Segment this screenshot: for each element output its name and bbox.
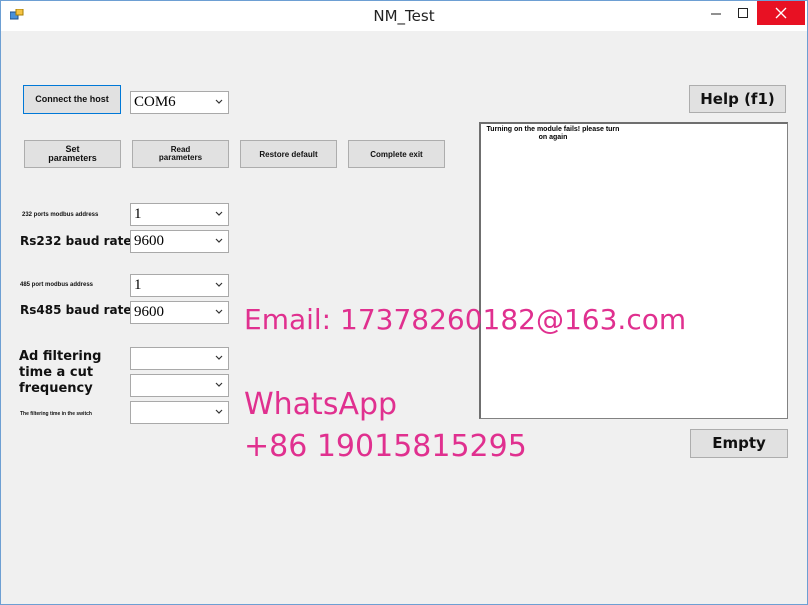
title-bar: NM_Test xyxy=(1,1,807,31)
set-parameters-button[interactable]: Set parameters xyxy=(24,140,121,168)
output-text: Turning on the module fails! please turn… xyxy=(486,126,620,141)
rs232-address-select[interactable]: 1 xyxy=(130,203,229,226)
restore-default-button[interactable]: Restore default xyxy=(240,140,337,168)
rs485-address-label: 485 port modbus address xyxy=(20,282,94,288)
empty-label: Empty xyxy=(712,434,766,452)
complete-exit-label: Complete exit xyxy=(370,149,423,159)
com-port-select[interactable]: COM6 xyxy=(130,91,229,114)
help-label: Help (f1) xyxy=(700,89,775,108)
rs232-address-value: 1 xyxy=(134,206,142,222)
filter-select-1[interactable] xyxy=(130,347,229,370)
window-title: NM_Test xyxy=(373,7,435,25)
rs232-baud-value: 9600 xyxy=(134,233,164,249)
filter-label-line-1: Ad filtering xyxy=(19,349,102,364)
filter-select-2[interactable] xyxy=(130,374,229,397)
rs485-address-select[interactable]: 1 xyxy=(130,274,229,297)
empty-button[interactable]: Empty xyxy=(690,429,788,458)
restore-default-label: Restore default xyxy=(259,149,318,159)
filter-label-line-3: frequency xyxy=(19,381,93,396)
rs485-baud-select[interactable]: 9600 xyxy=(130,301,229,324)
rs485-baud-label: Rs485 baud rate xyxy=(20,303,132,317)
chevron-down-icon xyxy=(215,355,223,360)
switch-filter-label: The filtering time in the switch xyxy=(20,411,92,417)
filter-label: Ad filtering time a cut frequency xyxy=(19,349,101,397)
read-parameters-label-2: parameters xyxy=(158,153,203,162)
set-parameters-label-2: parameters xyxy=(48,153,97,163)
rs232-address-label: 232 ports modbus address xyxy=(22,212,99,218)
chevron-down-icon xyxy=(215,309,223,314)
close-icon xyxy=(775,7,787,19)
close-button[interactable] xyxy=(757,1,805,25)
rs232-baud-select[interactable]: 9600 xyxy=(130,230,229,253)
watermark-phone: +86 19015815295 xyxy=(244,429,527,464)
read-parameters-button[interactable]: Read parameters xyxy=(132,140,229,168)
chevron-down-icon xyxy=(215,282,223,287)
watermark-whatsapp: WhatsApp xyxy=(244,387,398,422)
chevron-down-icon xyxy=(215,211,223,216)
switch-filter-select[interactable] xyxy=(130,401,229,424)
chevron-down-icon xyxy=(215,409,223,414)
com-port-value: COM6 xyxy=(134,94,176,110)
chevron-down-icon xyxy=(215,238,223,243)
watermark-email: Email: 17378260182@163.com xyxy=(244,303,687,336)
filter-label-line-2: time a cut xyxy=(19,365,94,380)
complete-exit-button[interactable]: Complete exit xyxy=(348,140,445,168)
connect-host-label: Connect the host xyxy=(35,94,109,104)
rs485-baud-value: 9600 xyxy=(134,304,164,320)
rs232-baud-label: Rs232 baud rate xyxy=(20,234,132,248)
chevron-down-icon xyxy=(215,99,223,104)
help-button[interactable]: Help (f1) xyxy=(689,85,786,113)
connect-host-button[interactable]: Connect the host xyxy=(23,85,121,114)
output-textbox[interactable]: Turning on the module fails! please turn… xyxy=(479,122,788,419)
app-window: NM_Test Connect the host COM6 Set parame… xyxy=(0,0,808,605)
rs485-address-value: 1 xyxy=(134,277,142,293)
chevron-down-icon xyxy=(215,382,223,387)
